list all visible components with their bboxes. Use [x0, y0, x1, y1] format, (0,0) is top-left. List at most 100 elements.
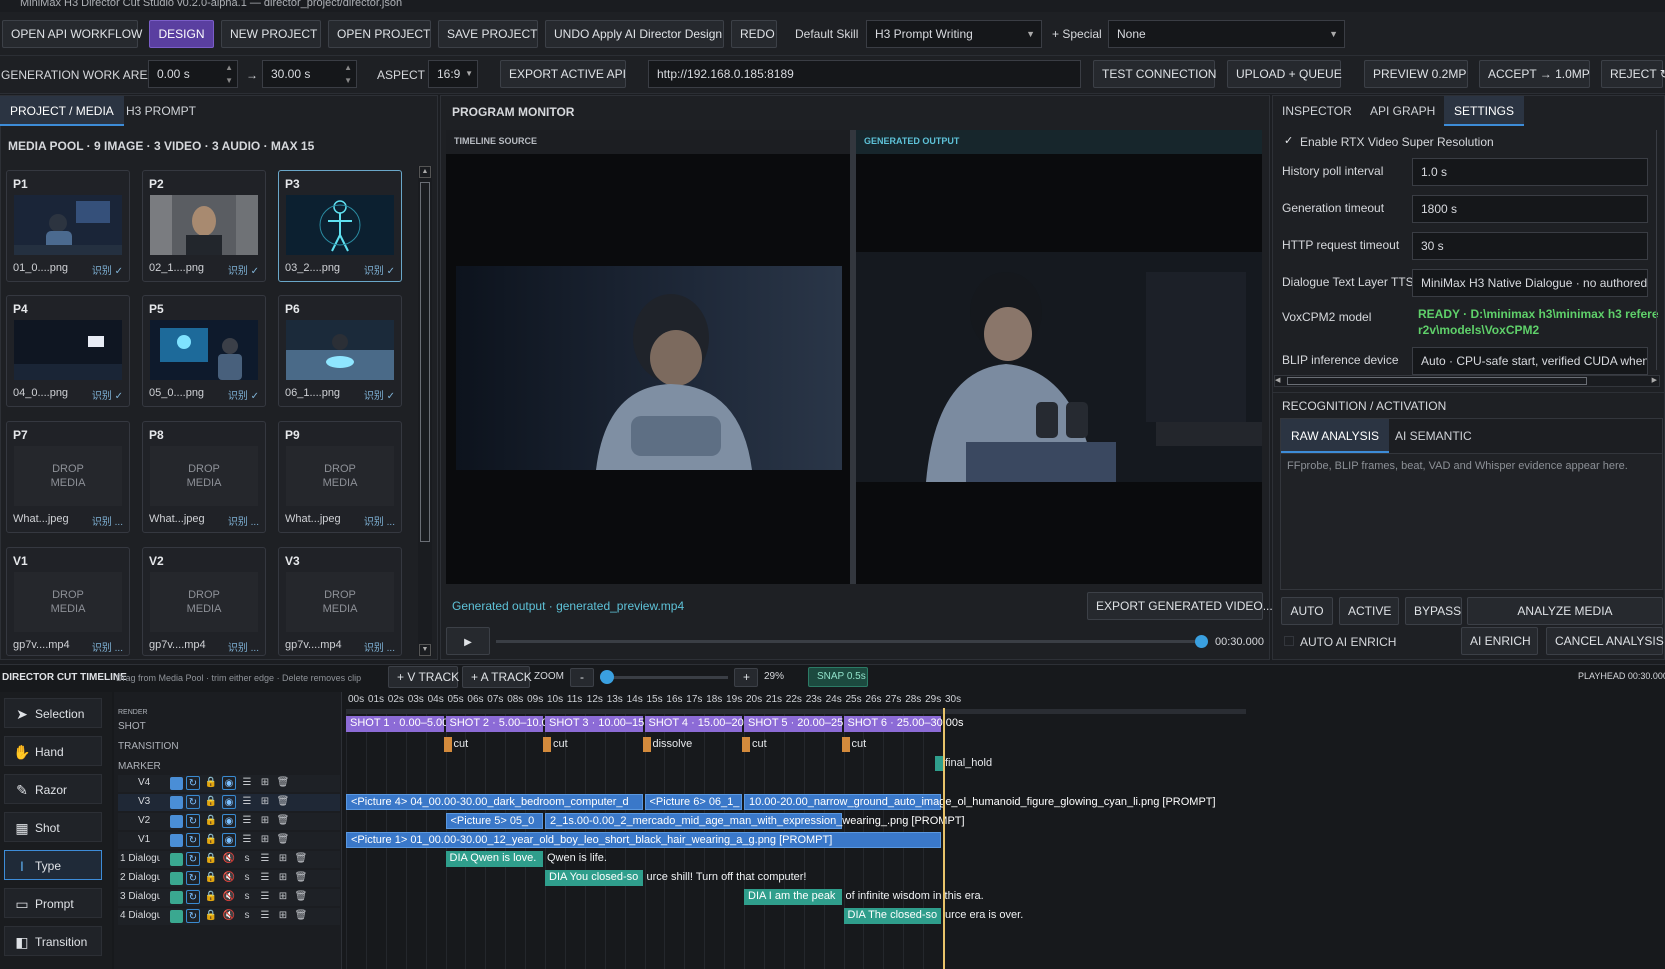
drop-media-placeholder[interactable]: DROP MEDIA	[14, 572, 122, 632]
video-clip[interactable]: 10.00-20.00_narrow_ground_auto_image_ol_…	[744, 794, 1216, 810]
tab-h3-prompt[interactable]: H3 PROMPT	[116, 96, 206, 126]
drop-media-placeholder[interactable]: DROP MEDIA	[150, 572, 258, 632]
sync-icon[interactable]: ↻	[186, 833, 200, 847]
save-project-button[interactable]: SAVE PROJECT	[438, 20, 538, 48]
layout-icon[interactable]: ⊞	[258, 833, 272, 847]
sync-icon[interactable]: ↻	[186, 852, 200, 866]
settings-vscrollbar[interactable]	[1656, 130, 1664, 370]
mixer-icon[interactable]: ☰	[240, 814, 254, 828]
layout-icon[interactable]: ⊞	[276, 909, 290, 923]
new-project-button[interactable]: NEW PROJECT	[221, 20, 321, 48]
setting-value[interactable]: 30 s	[1412, 232, 1648, 260]
add-a-track-button[interactable]: + A TRACK	[462, 666, 532, 688]
track-color-swatch[interactable]	[170, 815, 183, 828]
sync-icon[interactable]: ↻	[186, 795, 200, 809]
tab-ai-semantic[interactable]: AI SEMANTIC	[1385, 419, 1482, 453]
zoom-slider[interactable]	[600, 670, 728, 684]
sync-icon[interactable]: ↻	[186, 776, 200, 790]
undo-button[interactable]: UNDO Apply AI Director Design	[545, 20, 724, 48]
trash-icon[interactable]: 🗑	[276, 795, 290, 809]
work-area-end-input[interactable]: 30.00 s ▲ ▼	[262, 60, 357, 88]
analysis-output[interactable]: FFprobe, BLIP frames, beat, VAD and Whis…	[1281, 453, 1662, 589]
track-color-swatch[interactable]	[170, 777, 183, 790]
redo-button[interactable]: REDO	[731, 20, 777, 48]
work-area-start-input[interactable]: 0.00 s ▲ ▼	[148, 60, 238, 88]
marker-handle[interactable]	[935, 756, 943, 771]
sync-icon[interactable]: ↻	[186, 890, 200, 904]
layout-icon[interactable]: ⊞	[258, 795, 272, 809]
playback-scrubber[interactable]	[496, 635, 1208, 648]
media-card-v2[interactable]: V2 DROP MEDIA gp7v....mp4 识别 ...	[142, 547, 266, 656]
solo-icon[interactable]: s	[240, 890, 254, 904]
bypass-button[interactable]: BYPASS	[1405, 597, 1462, 625]
dialogue-clip[interactable]: DIA You closed-so	[545, 870, 643, 886]
lock-icon[interactable]: 🔒	[204, 833, 218, 847]
track-color-swatch[interactable]	[170, 872, 183, 885]
tab-settings[interactable]: SETTINGS	[1444, 96, 1525, 126]
layout-icon[interactable]: ⊞	[258, 814, 272, 828]
media-card-p8[interactable]: P8 DROP MEDIA What...jpeg 识别 ...	[142, 421, 266, 533]
setting-value[interactable]: Auto · CPU-safe start, verified CUDA whe…	[1412, 347, 1648, 375]
scrollbar-thumb[interactable]	[420, 182, 430, 542]
mute-icon[interactable]: 🔇	[222, 890, 236, 904]
preview-button[interactable]: PREVIEW 0.2MP	[1364, 60, 1468, 88]
transition-handle[interactable]	[642, 737, 651, 752]
mute-icon[interactable]: 🔇	[222, 852, 236, 866]
aspect-select[interactable]: 16:9 ▼	[428, 60, 478, 88]
lock-icon[interactable]: 🔒	[204, 890, 218, 904]
snap-toggle[interactable]: SNAP 0.5s	[808, 667, 868, 687]
scrollbar-thumb[interactable]	[1287, 377, 1587, 385]
tool-type[interactable]: I Type	[4, 850, 102, 880]
mute-icon[interactable]: 🔇	[222, 909, 236, 923]
mixer-icon[interactable]: ☰	[240, 833, 254, 847]
transition-handle[interactable]	[443, 737, 452, 752]
ai-enrich-button[interactable]: AI ENRICH	[1461, 627, 1538, 655]
drop-media-placeholder[interactable]: DROP MEDIA	[14, 446, 122, 506]
lock-icon[interactable]: 🔒	[204, 871, 218, 885]
trash-icon[interactable]: 🗑	[276, 776, 290, 790]
tool-selection[interactable]: ➤ Selection	[4, 698, 102, 728]
active-button[interactable]: ACTIVE	[1339, 597, 1399, 625]
track-color-swatch[interactable]	[170, 853, 183, 866]
video-clip[interactable]: <Picture 5> 05_0	[445, 813, 543, 829]
trash-icon[interactable]: 🗑	[294, 852, 308, 866]
open-api-workflow-button[interactable]: OPEN API WORKFLOW	[2, 20, 142, 48]
track-color-swatch[interactable]	[170, 834, 183, 847]
analyze-media-button[interactable]: ANALYZE MEDIA	[1467, 597, 1663, 625]
solo-icon[interactable]: s	[240, 909, 254, 923]
scroll-left-icon[interactable]: ◀	[1275, 376, 1280, 384]
tab-project-media[interactable]: PROJECT / MEDIA	[0, 96, 124, 126]
media-card-p7[interactable]: P7 DROP MEDIA What...jpeg 识别 ...	[6, 421, 130, 533]
test-connection-button[interactable]: TEST CONNECTION	[1093, 60, 1216, 88]
mixer-icon[interactable]: ☰	[258, 890, 272, 904]
sync-icon[interactable]: ↻	[186, 871, 200, 885]
playback-handle[interactable]	[1195, 635, 1208, 648]
tool-hand[interactable]: ✋ Hand	[4, 736, 102, 766]
mixer-icon[interactable]: ☰	[258, 909, 272, 923]
media-card-p9[interactable]: P9 DROP MEDIA What...jpeg 识别 ...	[278, 421, 402, 533]
eye-icon[interactable]: ◉	[222, 833, 236, 847]
media-pool-scrollbar[interactable]: ▲ ▼	[418, 166, 432, 656]
shot-block[interactable]: SHOT 5 · 20.00–25.	[744, 716, 846, 732]
video-clip[interactable]: <Picture 1> 01_00.00-30.00_12_year_old_b…	[346, 832, 941, 848]
transition-handle[interactable]	[543, 737, 551, 752]
cancel-analysis-button[interactable]: CANCEL ANALYSIS	[1546, 627, 1664, 655]
layout-icon[interactable]: ⊞	[276, 852, 290, 866]
mixer-icon[interactable]: ☰	[258, 871, 272, 885]
rtx-toggle[interactable]: ✓ Enable RTX Video Super Resolution	[1282, 134, 1582, 150]
tool-razor[interactable]: ✎ Razor	[4, 774, 102, 804]
trash-icon[interactable]: 🗑	[294, 890, 308, 904]
mixer-icon[interactable]: ☰	[240, 795, 254, 809]
zoom-in-button[interactable]: +	[734, 668, 758, 687]
trash-icon[interactable]: 🗑	[276, 833, 290, 847]
drop-media-placeholder[interactable]: DROP MEDIA	[286, 572, 394, 632]
media-card-v1[interactable]: V1 DROP MEDIA gp7v....mp4 识别 ...	[6, 547, 130, 656]
mute-icon[interactable]: 🔇	[222, 871, 236, 885]
zoom-out-button[interactable]: -	[570, 668, 594, 687]
media-card-p2[interactable]: P2 02_1....png 识别 ✓	[142, 170, 266, 282]
tool-prompt[interactable]: ▭ Prompt	[4, 888, 102, 918]
layout-icon[interactable]: ⊞	[276, 890, 290, 904]
drop-media-placeholder[interactable]: DROP MEDIA	[286, 446, 394, 506]
media-card-p6[interactable]: P6 06_1....png 识别 ✓	[278, 295, 402, 407]
mixer-icon[interactable]: ☰	[240, 776, 254, 790]
